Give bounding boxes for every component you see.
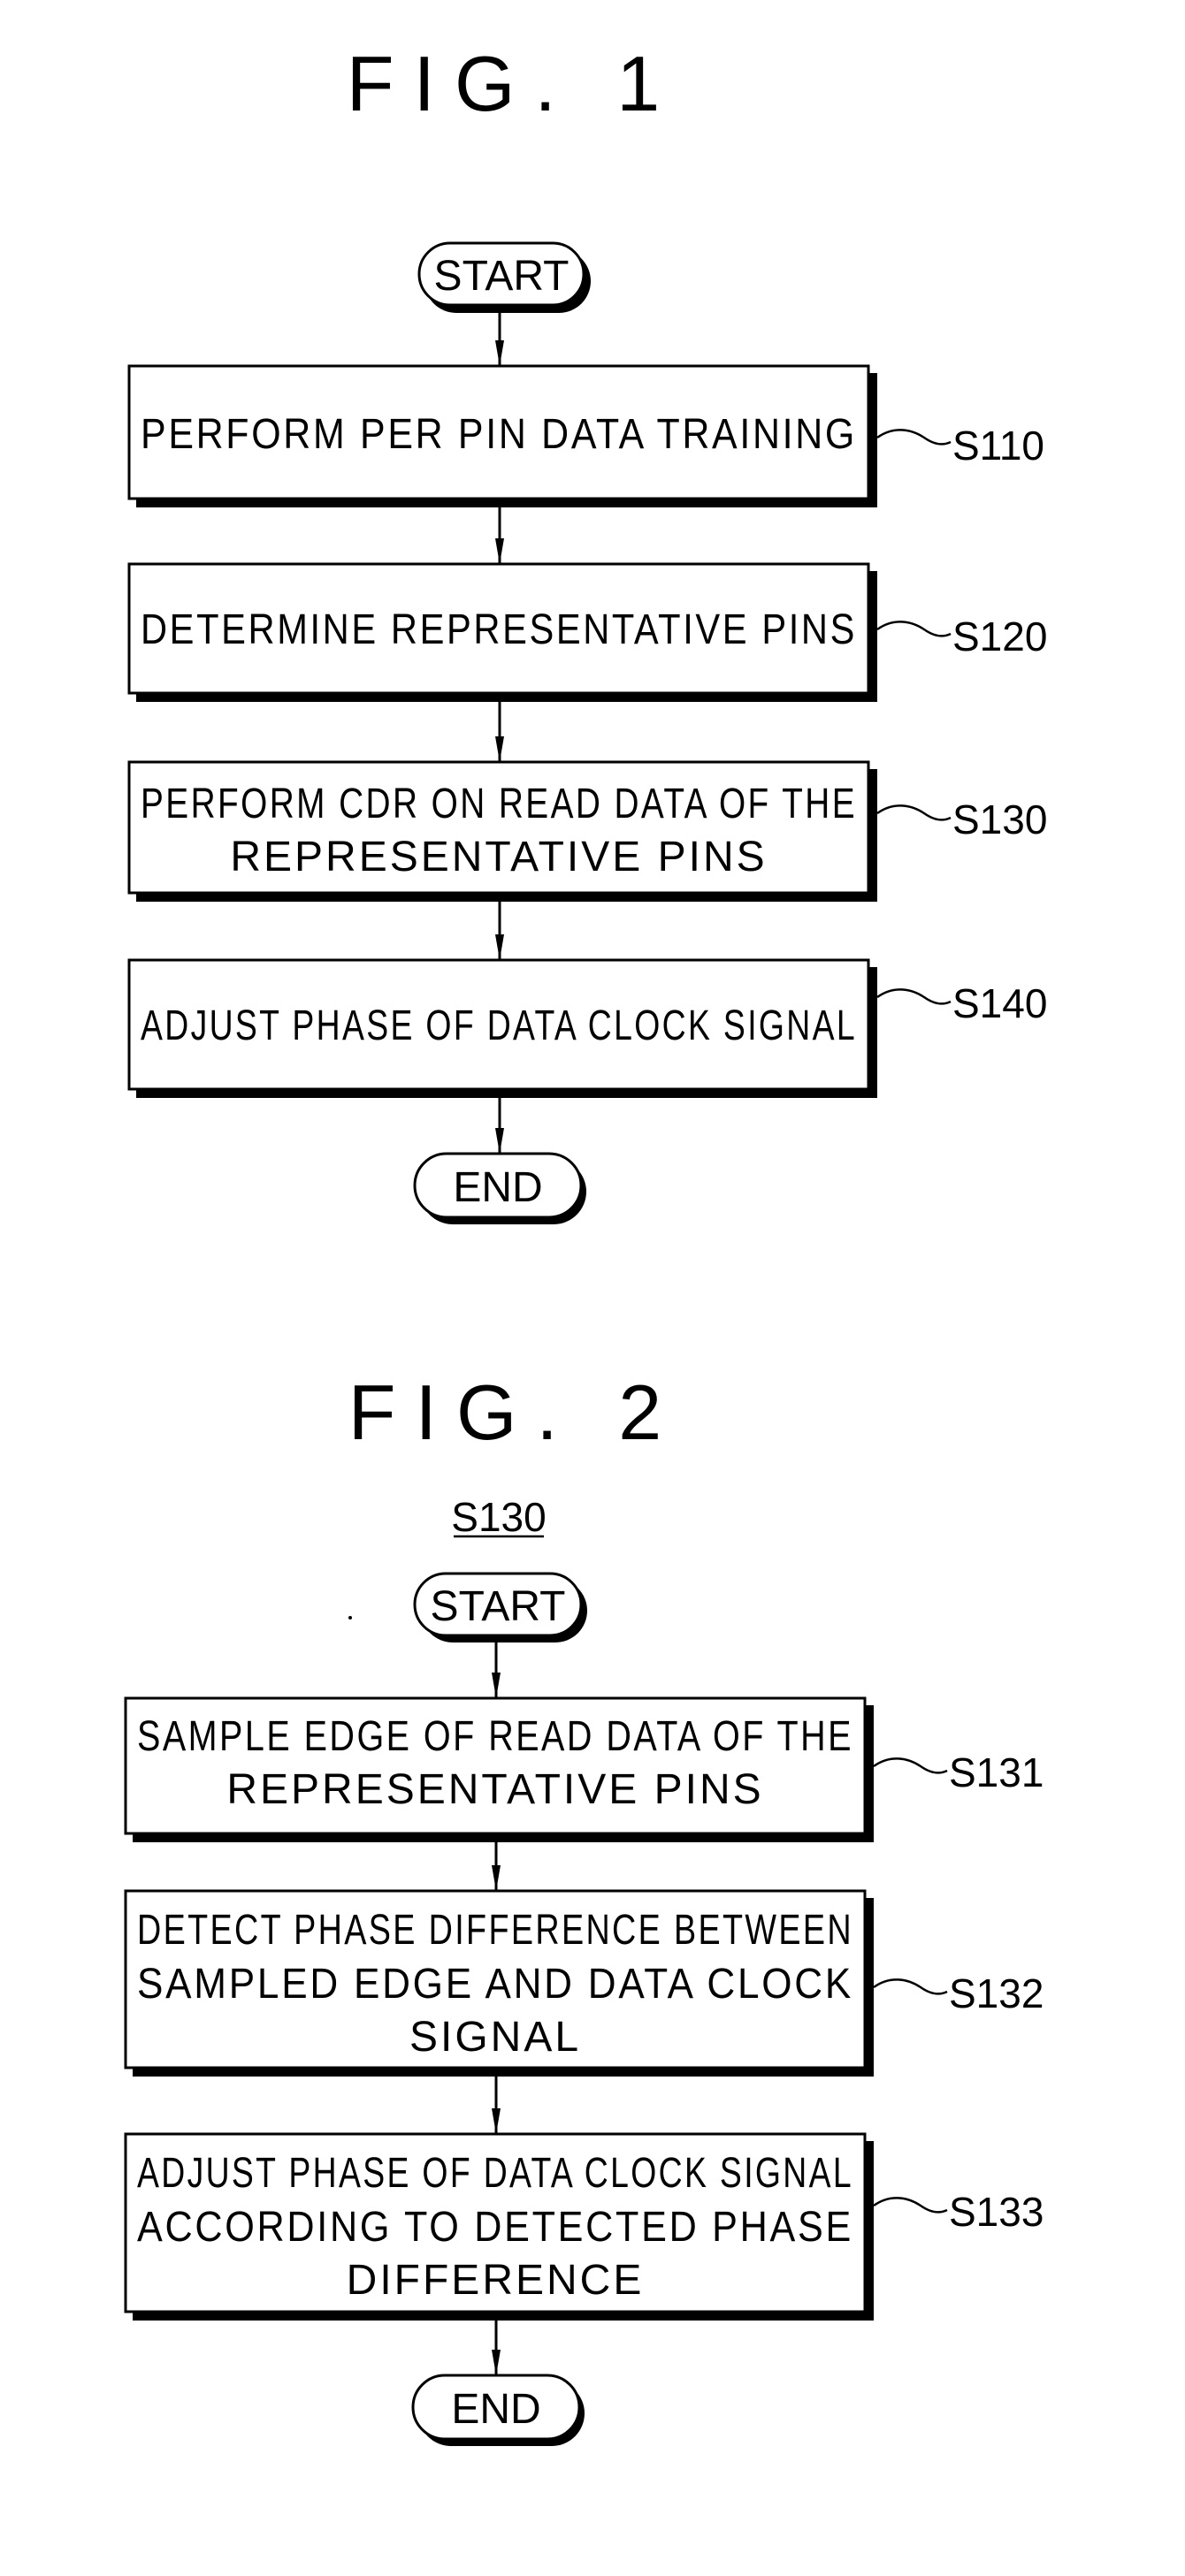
step-text: ADJUST PHASE OF DATA CLOCK SIGNAL [141, 1002, 857, 1049]
fig2-arrow-start-s131 [492, 1640, 501, 1698]
patent-flowchart-sheet: FIG. 1 START PERFORM PER PIN DATA TRAINI… [124, 40, 1047, 2446]
fig2-step-s132: DETECT PHASE DIFFERENCE BETWEEN SAMPLED … [124, 1889, 1044, 2077]
leader-line [876, 804, 952, 821]
step-label: S131 [949, 1749, 1044, 1795]
fig1-start-label: START [434, 253, 570, 300]
fig2-end-terminal: END [411, 2374, 585, 2446]
fig2-start-label: START [431, 1583, 566, 1630]
step-label: S133 [949, 2189, 1044, 2235]
step-label: S132 [949, 1970, 1044, 2016]
fig1-arrow-s140-end [495, 1098, 504, 1154]
step-text-line-1: ADJUST PHASE OF DATA CLOCK SIGNAL [137, 2150, 853, 2197]
fig1-start-terminal: START [417, 241, 591, 313]
step-text-line-1: DETECT PHASE DIFFERENCE BETWEEN [137, 1907, 853, 1954]
fig1-arrow-s120-s130 [495, 702, 504, 762]
fig1-step-s120: DETERMINE REPRESENTATIVE PINS S120 [127, 562, 1047, 702]
leader-line [876, 988, 952, 1005]
leader-line [876, 621, 952, 637]
step-text-line-2: SAMPLED EDGE AND DATA CLOCK [137, 1961, 853, 2008]
fig2-end-label: END [451, 2386, 540, 2433]
step-label: S110 [952, 423, 1044, 469]
figure-1: FIG. 1 START PERFORM PER PIN DATA TRAINI… [127, 40, 1047, 1224]
fig2-arrow-s133-end [492, 2321, 501, 2375]
step-text-line-3: SIGNAL [409, 2014, 581, 2061]
fig2-start-terminal: START [413, 1572, 587, 1642]
fig1-arrow-s130-s140 [495, 902, 504, 960]
fig2-step-s131: SAMPLE EDGE OF READ DATA OF THE REPRESEN… [124, 1696, 1044, 1842]
figure-2: FIG. 2 S130 START SAMPLE EDGE OF READ DA… [124, 1368, 1044, 2446]
step-label: S130 [952, 796, 1047, 842]
leader-line [873, 1757, 948, 1774]
step-text-line-2: REPRESENTATIVE PINS [230, 834, 767, 880]
step-text-line-1: SAMPLE EDGE OF READ DATA OF THE [137, 1713, 853, 1760]
step-text-line-2: ACCORDING TO DETECTED PHASE [137, 2204, 853, 2251]
step-label: S120 [952, 614, 1047, 659]
step-text-line-2: REPRESENTATIVE PINS [226, 1766, 763, 1813]
fig1-arrow-start-s110 [495, 309, 504, 366]
leader-line [873, 1978, 948, 1995]
figure-2-subtitle: S130 [451, 1494, 546, 1540]
fig1-end-label: END [453, 1164, 542, 1211]
fig1-end-terminal: END [413, 1152, 586, 1224]
fig2-arrow-s131-s132 [492, 1842, 501, 1891]
leader-line [873, 2197, 948, 2214]
step-text-line-1: PERFORM CDR ON READ DATA OF THE [141, 781, 857, 827]
fig1-step-s140: ADJUST PHASE OF DATA CLOCK SIGNAL S140 [127, 958, 1047, 1098]
fig2-arrow-s132-s133 [492, 2077, 501, 2134]
step-text: PERFORM PER PIN DATA TRAINING [141, 411, 857, 458]
step-label: S140 [952, 980, 1047, 1026]
leader-line [876, 429, 952, 446]
figure-2-title: FIG. 2 [348, 1368, 682, 1456]
fig1-step-s130: PERFORM CDR ON READ DATA OF THE REPRESEN… [127, 760, 1047, 902]
stray-dot [348, 1616, 352, 1620]
step-text: DETERMINE REPRESENTATIVE PINS [141, 606, 857, 653]
step-text-line-3: DIFFERENCE [347, 2257, 645, 2304]
figure-1-title: FIG. 1 [347, 40, 680, 127]
fig2-step-s133: ADJUST PHASE OF DATA CLOCK SIGNAL ACCORD… [124, 2132, 1044, 2321]
fig1-arrow-s110-s120 [495, 507, 504, 564]
fig1-step-s110: PERFORM PER PIN DATA TRAINING S110 [127, 364, 1044, 507]
